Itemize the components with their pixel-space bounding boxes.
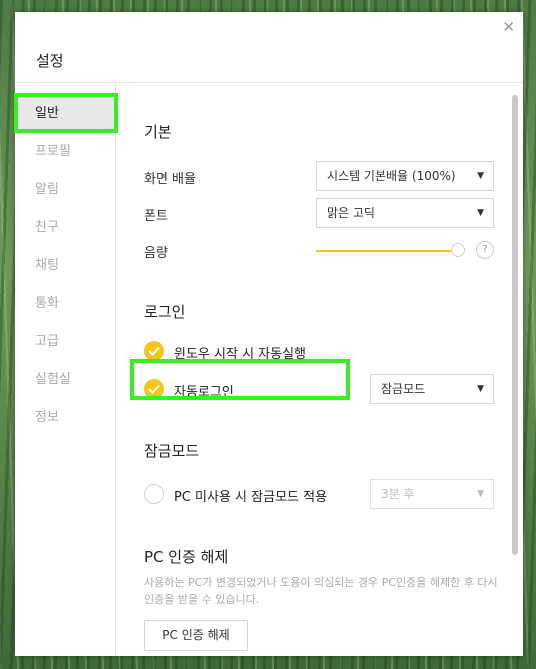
font-select-value: 맑은 고딕 <box>327 206 375 220</box>
font-label: 폰트 <box>144 209 168 224</box>
dialog-title: 설정 <box>36 52 64 70</box>
section-lockmode-title: 잠금모드 <box>144 442 200 460</box>
volume-slider-track[interactable] <box>316 250 459 252</box>
zoom-select-value: 시스템 기본배율 (100%) <box>327 169 456 183</box>
checkmark-icon <box>148 346 160 356</box>
idle-lock-label: PC 미사용 시 잠금모드 적용 <box>174 490 328 505</box>
help-icon[interactable]: ? <box>476 241 494 259</box>
zoom-select[interactable]: 시스템 기본배율 (100%) ▼ <box>316 161 494 191</box>
sidebar-item-info[interactable]: 정보 <box>15 399 115 437</box>
autologin-mode-value: 잠금모드 <box>381 382 426 396</box>
pc-auth-reset-button[interactable]: PC 인증 해제 <box>144 620 248 651</box>
autologin-mode-select[interactable]: 잠금모드 ▼ <box>370 374 494 404</box>
autostart-label: 윈도우 시작 시 자동실행 <box>174 347 306 362</box>
sidebar-item-call[interactable]: 통화 <box>15 285 115 323</box>
chevron-down-icon: ▼ <box>477 171 484 181</box>
sidebar: 일반 프로필 알림 친구 채팅 통화 고급 실험실 정보 <box>15 83 116 656</box>
settings-dialog: 설정 ✕ 일반 프로필 알림 친구 채팅 통화 고급 실험실 정보 기본 화면 … <box>15 12 523 656</box>
autologin-label: 자동로그인 <box>174 385 234 400</box>
zoom-label: 화면 배율 <box>144 172 196 187</box>
chevron-down-icon: ▼ <box>477 489 484 499</box>
volume-label: 음량 <box>144 246 168 261</box>
sidebar-item-notifications[interactable]: 알림 <box>15 171 115 209</box>
idle-lock-time-select[interactable]: 3분 후 ▼ <box>370 479 494 509</box>
sidebar-item-friends[interactable]: 친구 <box>15 209 115 247</box>
checkmark-icon <box>148 384 160 394</box>
sidebar-item-advanced[interactable]: 고급 <box>15 323 115 361</box>
chevron-down-icon: ▼ <box>477 384 484 394</box>
sidebar-item-chat[interactable]: 채팅 <box>15 247 115 285</box>
sidebar-item-profile[interactable]: 프로필 <box>15 133 115 171</box>
chevron-down-icon: ▼ <box>477 208 484 218</box>
autostart-checkbox[interactable] <box>144 341 164 361</box>
section-login-title: 로그인 <box>144 303 186 321</box>
font-select[interactable]: 맑은 고딕 ▼ <box>316 198 494 228</box>
autologin-checkbox[interactable] <box>144 379 164 399</box>
sidebar-item-general[interactable]: 일반 <box>15 95 115 133</box>
volume-slider-thumb[interactable] <box>451 243 465 257</box>
idle-lock-checkbox[interactable] <box>144 484 164 504</box>
settings-content: 기본 화면 배율 시스템 기본배율 (100%) ▼ 폰트 맑은 고딕 ▼ 음량… <box>116 83 523 656</box>
sidebar-item-lab[interactable]: 실험실 <box>15 361 115 399</box>
section-basic-title: 기본 <box>144 123 172 141</box>
close-icon[interactable]: ✕ <box>502 18 515 36</box>
pc-auth-description: 사용하는 PC가 변경되었거나 도용이 의심되는 경우 PC인증을 해제한 후 … <box>144 576 498 606</box>
section-pc-auth-title: PC 인증 해제 <box>144 548 229 566</box>
idle-lock-time-value: 3분 후 <box>381 487 415 501</box>
scrollbar-thumb[interactable] <box>512 95 518 555</box>
